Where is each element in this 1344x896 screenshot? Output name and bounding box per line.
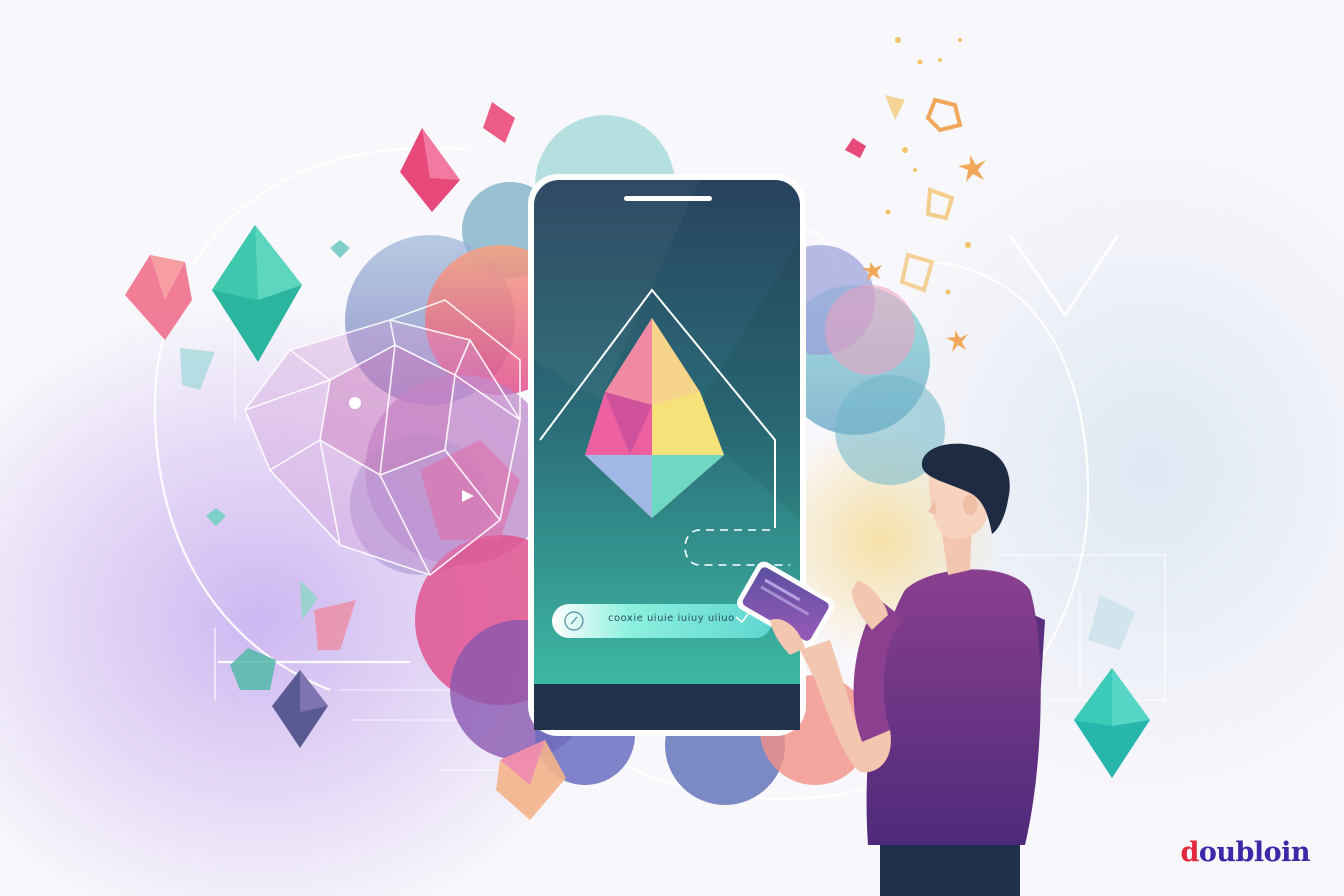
- illustration-scene: [0, 0, 1344, 896]
- phone-action-bar-text: cooxie uiuie iuiuy uiiuo: [608, 613, 735, 624]
- brand-logo-mark: d: [1180, 837, 1199, 868]
- brand-logo: doubloin: [1180, 837, 1310, 868]
- illustration: cooxie uiuie iuiuy uiiuo doubloin: [0, 0, 1344, 896]
- brand-logo-text: oubloin: [1198, 837, 1311, 868]
